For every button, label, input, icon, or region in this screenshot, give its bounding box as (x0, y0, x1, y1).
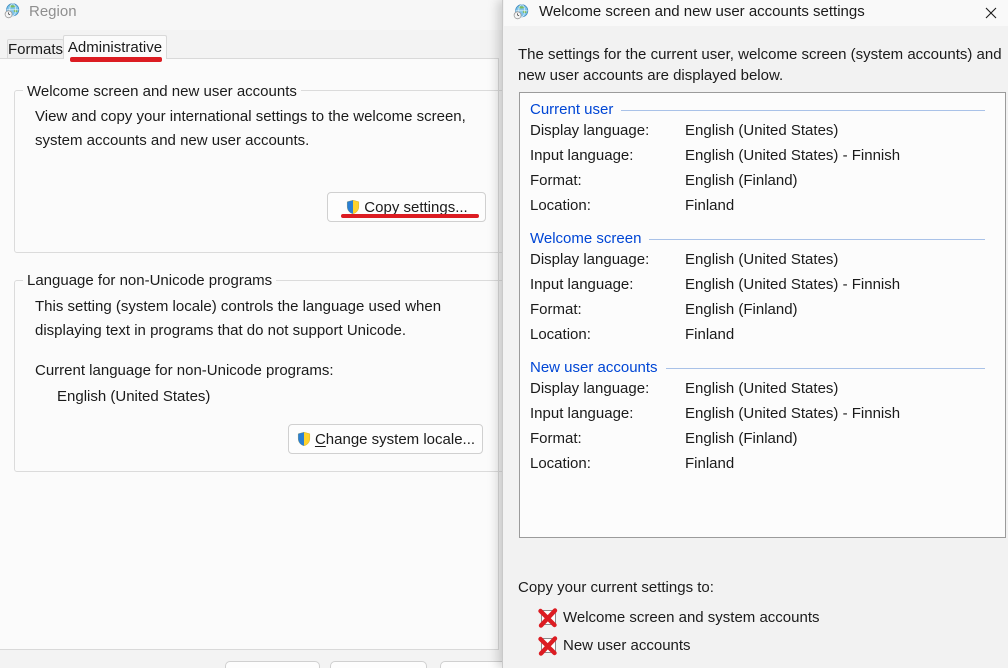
region-globe-clock-icon (4, 3, 20, 19)
setting-label: Input language: (530, 147, 634, 164)
setting-label: Display language: (530, 380, 650, 397)
non-unicode-groupbox-description: This setting (system locale) controls th… (35, 295, 441, 343)
region-titlebar: Region (0, 0, 502, 30)
tab-formats[interactable]: Formats (7, 39, 64, 58)
section-title: New user accounts (530, 358, 658, 376)
current-language-label: Current language for non-Unicode program… (35, 362, 334, 379)
copy-settings-button-label: Copy settings... (364, 199, 467, 216)
setting-label: Format: (530, 430, 582, 447)
description-line-2: system accounts and new user accounts. (35, 132, 310, 149)
setting-row: Format: English (Finland) (530, 426, 985, 451)
label-post: py settings... (383, 198, 468, 216)
label-post: hange system locale... (325, 430, 476, 448)
tab-formats-label: Formats (8, 40, 64, 58)
setting-value: Finland (685, 197, 735, 214)
setting-label: Display language: (530, 122, 650, 139)
checkbox-welcome-screen-system-accounts[interactable] (538, 607, 558, 628)
setting-row: Location: Finland (530, 193, 985, 218)
setting-row: Display language: English (United States… (530, 247, 985, 272)
setting-value: English (United States) (685, 380, 839, 397)
description-line-2: displaying text in programs that do not … (35, 322, 407, 339)
setting-row: Format: English (Finland) (530, 168, 985, 193)
welcome-screen-groupbox-description: View and copy your international setting… (35, 105, 466, 153)
change-system-locale-button[interactable]: Change system locale... (288, 424, 483, 454)
region-globe-clock-icon (513, 4, 529, 20)
description-line-1: View and copy your international setting… (35, 108, 466, 125)
description-line-1: This setting (system locale) controls th… (35, 298, 442, 315)
label-accesskey: C (314, 430, 326, 448)
region-dialog-title: Region (29, 3, 77, 20)
label-pre: C (364, 198, 376, 216)
section-header: Welcome screen (530, 229, 985, 247)
welcome-settings-dialog: Welcome screen and new user accounts set… (502, 0, 1008, 668)
setting-label: Format: (530, 301, 582, 318)
setting-value: English (Finland) (685, 430, 798, 447)
section-title: Welcome screen (530, 229, 642, 247)
intro-line-2: new user accounts are displayed below. (518, 67, 784, 84)
section-current-user: Current user Display language: English (… (530, 100, 985, 218)
section-title: Current user (530, 100, 614, 118)
region-dialog: Region Formats Administrative Welcome sc… (0, 0, 560, 668)
red-x-annotation-icon (538, 635, 558, 656)
red-underline-annotation-copy-settings (341, 214, 479, 218)
checkbox-row-new-user-accounts[interactable]: New user accounts (538, 635, 691, 656)
setting-row: Display language: English (United States… (530, 118, 985, 143)
setting-label: Input language: (530, 276, 634, 293)
change-system-locale-button-label: Change system locale... (315, 431, 475, 448)
setting-row: Display language: English (United States… (530, 376, 985, 401)
section-new-user-accounts: New user accounts Display language: Engl… (530, 358, 985, 476)
current-language-value: English (United States) (57, 388, 211, 405)
setting-label: Location: (530, 326, 591, 343)
setting-label: Location: (530, 455, 591, 472)
section-rule (621, 109, 985, 111)
close-button[interactable] (976, 1, 1006, 25)
intro-line-1: The settings for the current user, welco… (518, 46, 1002, 63)
setting-value: English (United States) (685, 251, 839, 268)
setting-row: Input language: English (United States) … (530, 272, 985, 297)
copy-settings-prompt: Copy your current settings to: (518, 579, 714, 596)
welcome-screen-groupbox-title: Welcome screen and new user accounts (23, 83, 301, 100)
setting-row: Location: Finland (530, 451, 985, 476)
checkbox-label: New user accounts (563, 636, 691, 654)
setting-row: Location: Finland (530, 322, 985, 347)
copy-settings-button[interactable]: Copy settings... (327, 192, 486, 222)
setting-label: Format: (530, 172, 582, 189)
setting-value: English (Finland) (685, 301, 798, 318)
setting-label: Input language: (530, 405, 634, 422)
setting-value: Finland (685, 326, 735, 343)
setting-value: English (United States) - Finnish (685, 147, 901, 164)
settings-dialog-title: Welcome screen and new user accounts set… (539, 3, 865, 20)
setting-value: English (Finland) (685, 172, 798, 189)
checkbox-new-user-accounts[interactable] (538, 635, 558, 656)
section-rule (649, 238, 985, 240)
settings-intro-text: The settings for the current user, welco… (518, 44, 1002, 86)
close-icon (985, 7, 997, 19)
setting-label: Location: (530, 197, 591, 214)
setting-value: English (United States) - Finnish (685, 405, 901, 422)
tab-administrative-label: Administrative (67, 39, 163, 56)
section-header: Current user (530, 100, 985, 118)
tab-administrative[interactable]: Administrative (63, 35, 167, 59)
section-rule (665, 367, 985, 369)
setting-row: Format: English (Finland) (530, 297, 985, 322)
checkbox-row-welcome-screen[interactable]: Welcome screen and system accounts (538, 607, 820, 628)
setting-value: English (United States) - Finnish (685, 276, 901, 293)
red-x-annotation-icon (538, 607, 558, 628)
uac-shield-icon (347, 199, 360, 215)
footer-button-1-partial[interactable] (225, 661, 320, 668)
setting-label: Display language: (530, 251, 650, 268)
setting-row: Input language: English (United States) … (530, 143, 985, 168)
uac-shield-icon (297, 431, 310, 447)
checkbox-label: Welcome screen and system accounts (563, 608, 820, 626)
settings-summary-box: Current user Display language: English (… (519, 92, 1006, 538)
setting-row: Input language: English (United States) … (530, 401, 985, 426)
section-header: New user accounts (530, 358, 985, 376)
screenshot-canvas: Region Formats Administrative Welcome sc… (0, 0, 1008, 668)
non-unicode-groupbox-title: Language for non-Unicode programs (23, 272, 277, 289)
setting-value: Finland (685, 455, 735, 472)
footer-button-2-partial[interactable] (330, 661, 427, 668)
setting-value: English (United States) (685, 122, 839, 139)
red-underline-annotation-administrative (70, 57, 162, 62)
section-welcome-screen: Welcome screen Display language: English… (530, 229, 985, 347)
